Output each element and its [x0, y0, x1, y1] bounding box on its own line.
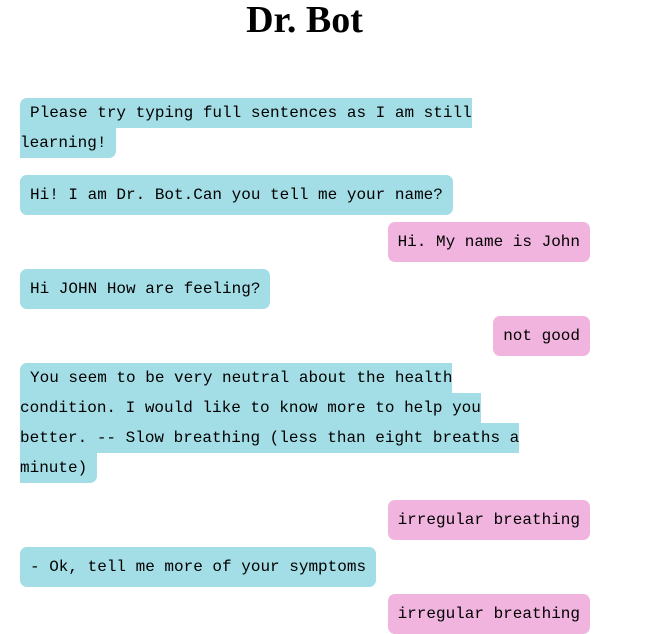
- bot-message-line: minute): [20, 453, 98, 483]
- user-message: irregular breathing: [387, 594, 590, 634]
- user-message: irregular breathing: [387, 500, 590, 540]
- bot-message-line: better. -- Slow breathing (less than eig…: [20, 423, 520, 453]
- bot-message: Hi! I am Dr. Bot.Can you tell me your na…: [20, 175, 453, 215]
- bot-message: - Ok, tell me more of your symptoms: [20, 547, 377, 587]
- bot-message: Please try typing full sentences as I am…: [20, 98, 472, 158]
- bot-message-line: Please try typing full sentences as I am…: [20, 98, 472, 128]
- user-message: Hi. My name is John: [387, 222, 590, 262]
- user-message: not good: [493, 316, 590, 356]
- bot-message-line: learning!: [20, 128, 117, 158]
- bot-message-line: condition. I would like to know more to …: [20, 393, 481, 423]
- bot-message: Hi JOHN How are feeling?: [20, 269, 271, 309]
- bot-message: You seem to be very neutral about the he…: [20, 363, 520, 483]
- bot-message-line: You seem to be very neutral about the he…: [20, 363, 453, 393]
- page-title: Dr. Bot: [246, 0, 363, 41]
